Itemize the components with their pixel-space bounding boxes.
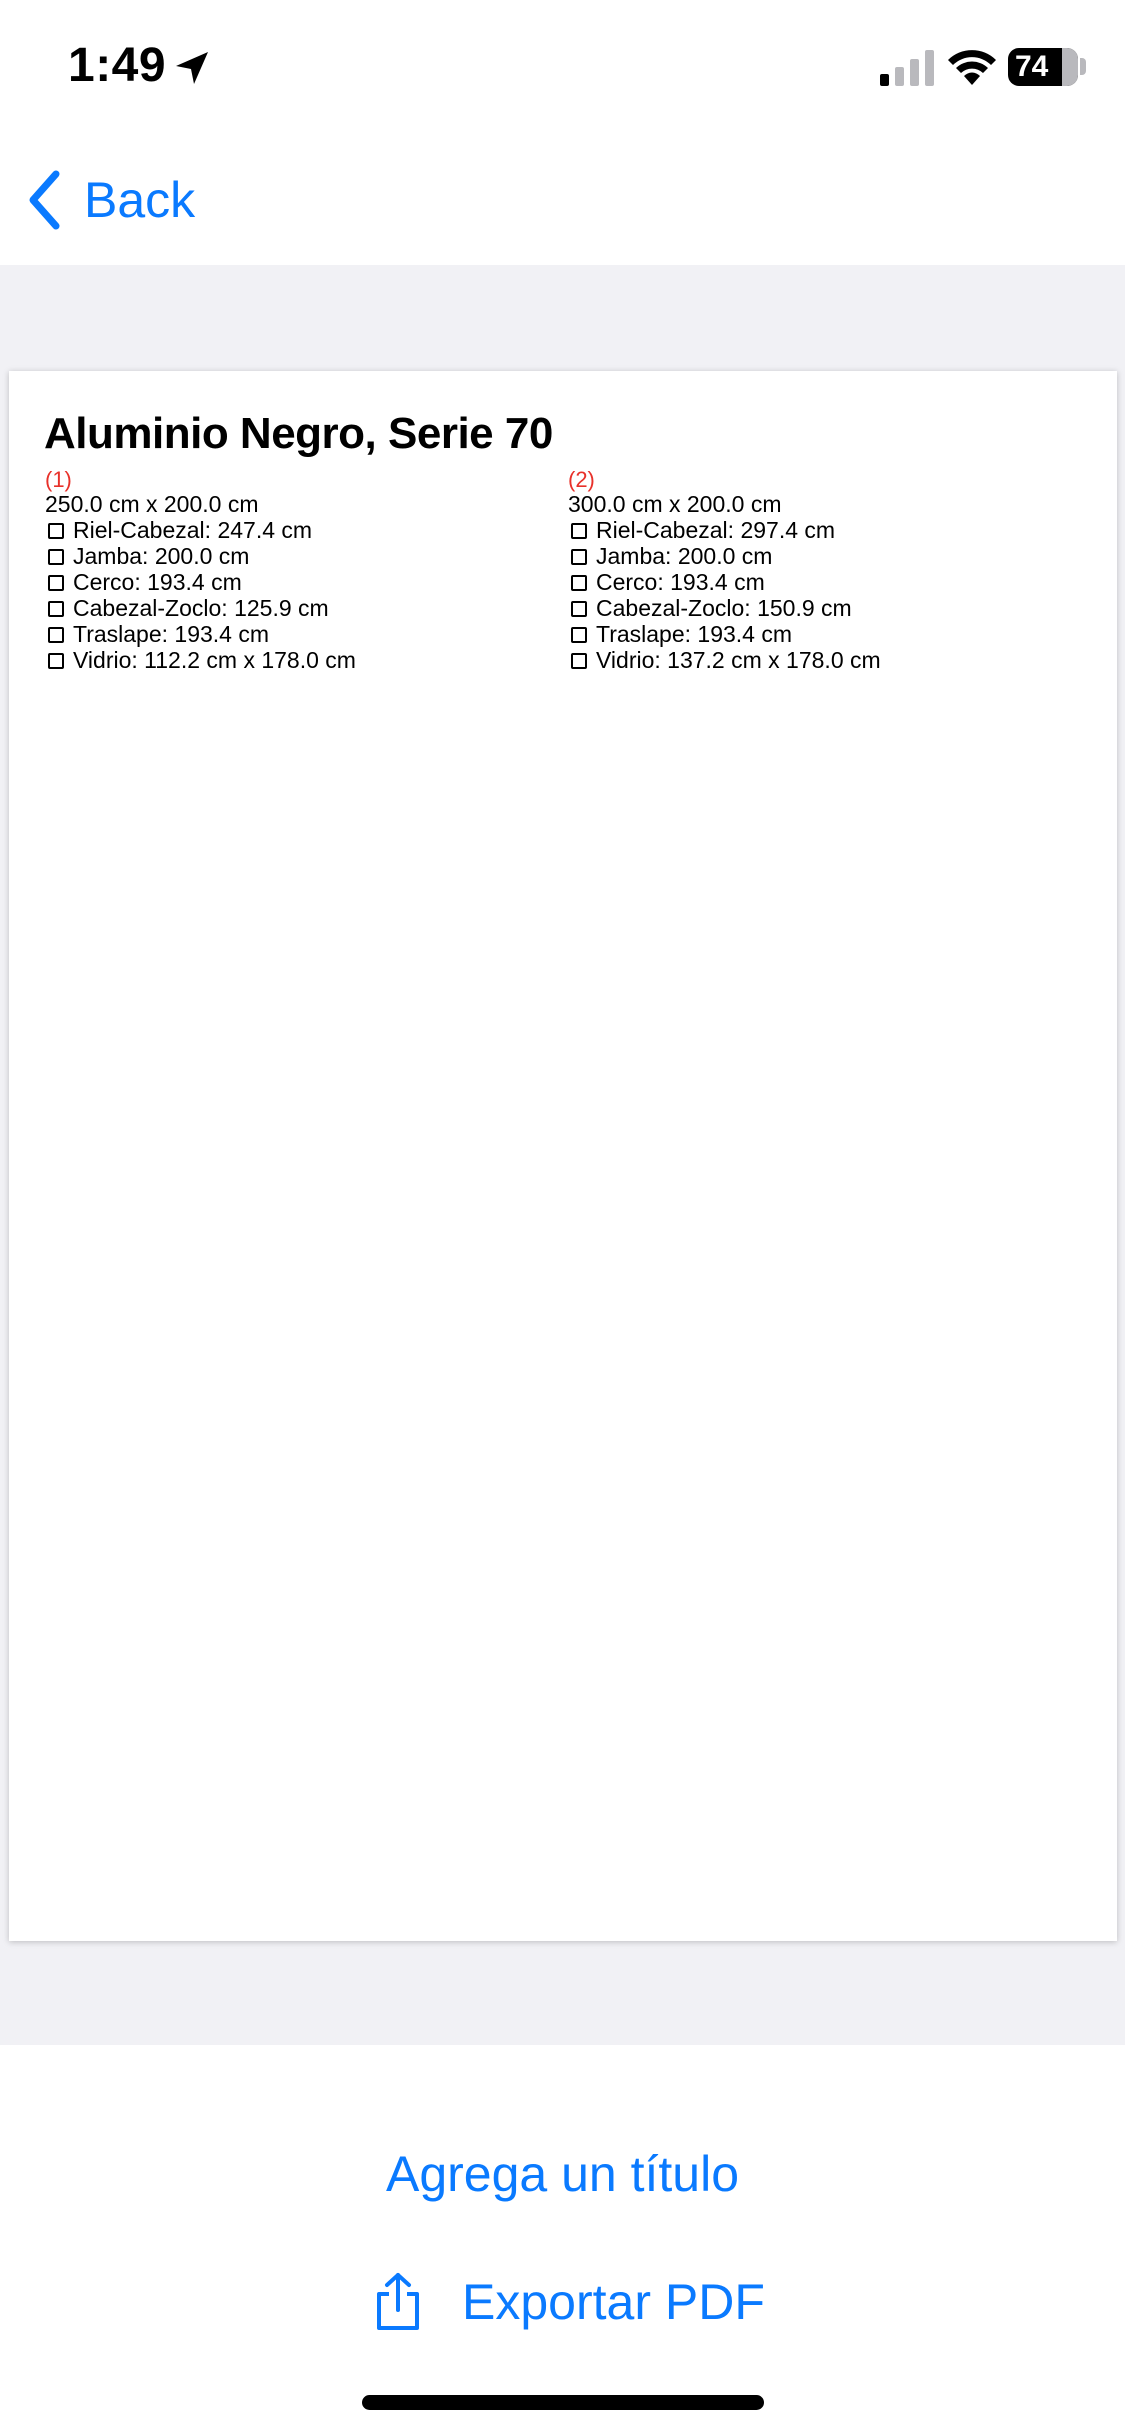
cut-item: Riel-Cabezal: 297.4 cm (568, 517, 1088, 543)
cut-item: Vidrio: 137.2 cm x 178.0 cm (568, 647, 1088, 673)
battery-icon: 74 (1008, 48, 1078, 86)
pdf-preview-area[interactable]: Aluminio Negro, Serie 70 (1) 250.0 cm x … (0, 265, 1125, 2045)
checkbox (571, 653, 587, 669)
window-column-1: (1) 250.0 cm x 200.0 cm Riel-Cabezal: 24… (45, 467, 565, 674)
cut-item: Traslape: 193.4 cm (568, 621, 1088, 647)
cut-item: Cerco: 193.4 cm (568, 569, 1088, 595)
share-icon (377, 2273, 419, 2330)
checkbox (48, 627, 64, 643)
back-label: Back (84, 172, 196, 228)
export-pdf-button[interactable]: Exportar PDF (374, 2267, 765, 2337)
location-arrow-icon (176, 52, 208, 84)
cut-item-label: Riel-Cabezal: 297.4 cm (596, 517, 836, 543)
checkbox (48, 575, 64, 591)
cut-item-label: Traslape: 193.4 cm (596, 621, 793, 647)
window-number: (1) (45, 467, 72, 492)
cut-item: Vidrio: 112.2 cm x 178.0 cm (45, 647, 565, 673)
cut-item: Jamba: 200.0 cm (45, 543, 565, 569)
cut-item-label: Cabezal-Zoclo: 150.9 cm (596, 595, 852, 621)
bottom-actions: Agrega un título Exportar PDF (0, 2045, 1125, 2436)
navigation-bar: Back (0, 135, 1125, 265)
checkbox (571, 601, 587, 617)
pdf-page: Aluminio Negro, Serie 70 (1) 250.0 cm x … (9, 371, 1117, 1941)
cut-item-label: Cerco: 193.4 cm (596, 569, 765, 595)
cut-item-label: Jamba: 200.0 cm (73, 543, 250, 569)
battery-level: 74 (1015, 50, 1049, 83)
cut-item: Cabezal-Zoclo: 150.9 cm (568, 595, 1088, 621)
cut-item-label: Riel-Cabezal: 247.4 cm (73, 517, 313, 543)
window-column-2: (2) 300.0 cm x 200.0 cm Riel-Cabezal: 29… (568, 467, 1088, 674)
cut-item-label: Jamba: 200.0 cm (596, 543, 773, 569)
window-size: 250.0 cm x 200.0 cm (45, 491, 259, 517)
checkbox (48, 653, 64, 669)
export-label: Exportar PDF (462, 2274, 765, 2330)
cut-item: Riel-Cabezal: 247.4 cm (45, 517, 565, 543)
window-size: 300.0 cm x 200.0 cm (568, 491, 782, 517)
checkbox (48, 549, 64, 565)
battery-cap (1080, 58, 1086, 75)
checkbox (571, 575, 587, 591)
wifi-icon (948, 50, 996, 85)
document-title: Aluminio Negro, Serie 70 (44, 409, 553, 458)
cut-item-label: Cerco: 193.4 cm (73, 569, 242, 595)
checkbox (48, 601, 64, 617)
cut-item-label: Traslape: 193.4 cm (73, 621, 270, 647)
cut-item: Cerco: 193.4 cm (45, 569, 565, 595)
cut-item: Cabezal-Zoclo: 125.9 cm (45, 595, 565, 621)
add-title-button[interactable]: Agrega un título (0, 2145, 1125, 2203)
back-button[interactable]: Back (26, 165, 195, 235)
home-indicator[interactable] (362, 2395, 764, 2410)
checkbox (571, 523, 587, 539)
checkbox (571, 627, 587, 643)
cut-item-label: Vidrio: 112.2 cm x 178.0 cm (73, 647, 356, 673)
status-time: 1:49 (68, 39, 167, 92)
chevron-left-icon (29, 170, 60, 230)
screen: 1:49 74 Back Aluminio Negro, Serie 70 (1… (0, 0, 1125, 2436)
cut-item-label: Vidrio: 137.2 cm x 178.0 cm (596, 647, 881, 673)
cellular-signal-icon (880, 50, 934, 86)
checkbox (571, 549, 587, 565)
cut-item: Jamba: 200.0 cm (568, 543, 1088, 569)
window-number: (2) (568, 467, 595, 492)
cut-item: Traslape: 193.4 cm (45, 621, 565, 647)
checkbox (48, 523, 64, 539)
cut-item-label: Cabezal-Zoclo: 125.9 cm (73, 595, 329, 621)
status-bar: 1:49 74 (0, 0, 1125, 135)
